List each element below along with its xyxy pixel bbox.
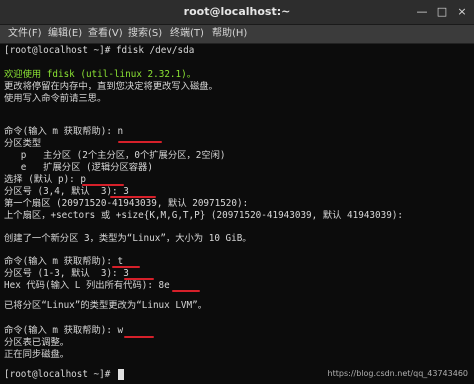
annotation-underline	[172, 290, 200, 292]
menu-file[interactable]: 文件(F)	[8, 25, 42, 43]
terminal-line: 欢迎使用 fdisk (util-linux 2.32.1)。	[4, 69, 197, 80]
annotation-underline	[118, 141, 162, 143]
terminal-line: [root@localhost ~]#	[4, 369, 116, 380]
terminal-cursor	[118, 369, 124, 380]
terminal-line: 使用写入命令前请三思。	[4, 93, 107, 104]
menu-search[interactable]: 搜索(S)	[128, 25, 162, 43]
terminal-line: 已将分区“Linux”的类型更改为“Linux LVM”。	[4, 300, 208, 311]
terminal-line: p 主分区 (2个主分区，0个扩展分区，2空闲)	[4, 150, 226, 161]
terminal-line: 上个扇区，+sectors 或 +size{K,M,G,T,P} (209715…	[4, 210, 404, 221]
minimize-icon[interactable]: —	[414, 4, 430, 20]
watermark-text: https://blog.csdn.net/qq_43743460	[327, 369, 468, 378]
menu-terminal[interactable]: 终端(T)	[170, 25, 204, 43]
terminal-line: 更改将停留在内存中，直到您决定将更改写入磁盘。	[4, 81, 218, 92]
terminal-line: [root@localhost ~]# fdisk /dev/sda	[4, 45, 195, 56]
menu-help[interactable]: 帮助(H)	[212, 25, 247, 43]
terminal-line: 分区类型	[4, 138, 42, 149]
terminal-line: 命令(输入 m 获取帮助): n	[4, 126, 124, 137]
terminal-line: Hex 代码(输入 L 列出所有代码): 8e	[4, 280, 170, 291]
menu-bar: 文件(F) 编辑(E) 查看(V) 搜索(S) 终端(T) 帮助(H)	[0, 25, 474, 44]
menu-view[interactable]: 查看(V)	[88, 25, 123, 43]
terminal-line: 选择 (默认 p): p	[4, 174, 86, 185]
annotation-underline	[110, 196, 156, 198]
terminal-line: 命令(输入 m 获取帮助): w	[4, 325, 124, 336]
annotation-underline	[82, 184, 124, 186]
terminal-line: 创建了一个新分区 3，类型为“Linux”，大小为 10 GiB。	[4, 233, 252, 244]
terminal-line: 第一个扇区 (20971520-41943039, 默认 20971520):	[4, 198, 249, 209]
terminal-line: 正在同步磁盘。	[4, 349, 70, 360]
menu-edit[interactable]: 编辑(E)	[48, 25, 82, 43]
annotation-underline	[112, 266, 140, 268]
close-icon[interactable]: ×	[454, 4, 470, 20]
title-bar[interactable]: root@localhost:~ — □ ×	[0, 0, 474, 25]
terminal-line: 命令(输入 m 获取帮助): t	[4, 256, 124, 267]
terminal-line: e 扩展分区 (逻辑分区容器)	[4, 162, 153, 173]
terminal-window: root@localhost:~ — □ × 文件(F) 编辑(E) 查看(V)…	[0, 0, 474, 384]
maximize-icon[interactable]: □	[434, 4, 450, 20]
window-title: root@localhost:~	[183, 5, 291, 18]
terminal-line: 分区表已调整。	[4, 337, 70, 348]
annotation-underline	[124, 336, 154, 338]
annotation-underline	[124, 278, 154, 280]
terminal-line: 分区号 (1-3, 默认 3): 3	[4, 268, 129, 279]
